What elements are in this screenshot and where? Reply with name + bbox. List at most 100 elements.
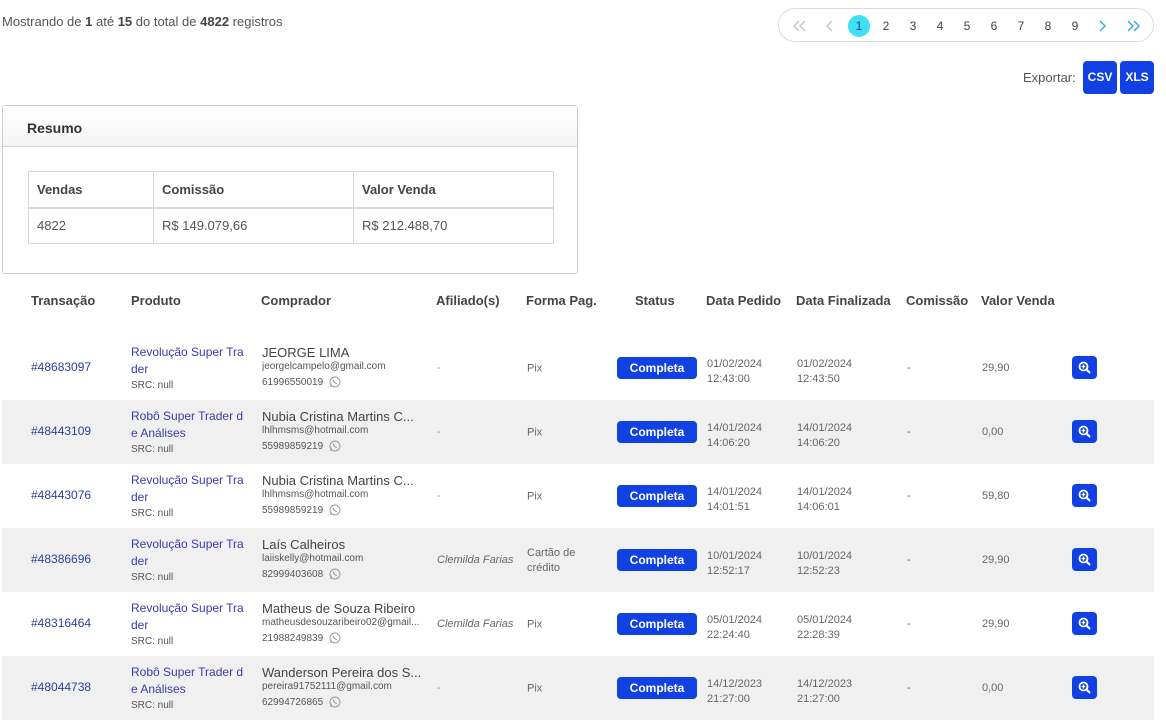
finished-date-time: 22:28:39 — [797, 629, 840, 641]
page-6-button[interactable]: 6 — [983, 15, 1005, 37]
chevron-right-icon — [1099, 20, 1106, 32]
commission-value: - — [907, 426, 911, 438]
page-1-button[interactable]: 1 — [848, 15, 870, 37]
transaction-id-link[interactable]: #48386696 — [31, 552, 91, 566]
buyer-phone: 62994726865 — [262, 697, 324, 708]
view-details-button[interactable] — [1072, 484, 1097, 507]
whatsapp-icon[interactable] — [329, 375, 341, 393]
records-summary: Mostrando de 1 até 15 do total de 4822 r… — [2, 14, 283, 29]
col-forma-pag[interactable]: Forma Pag. — [526, 293, 597, 308]
finished-date-day: 14/01/2024 — [797, 486, 853, 498]
page-2-button[interactable]: 2 — [875, 15, 897, 37]
whatsapp-icon[interactable] — [329, 631, 341, 649]
finished-date: 01/02/2024 12:43:50 — [797, 357, 852, 387]
finished-date: 10/01/2024 12:52:23 — [797, 549, 852, 579]
product-src: SRC: null — [131, 380, 174, 391]
col-afiliados[interactable]: Afiliado(s) — [436, 293, 500, 308]
export-csv-button[interactable]: CSV — [1083, 61, 1117, 94]
transaction-id-link[interactable]: #48316464 — [31, 616, 91, 630]
finished-date-day: 10/01/2024 — [797, 550, 853, 562]
col-data-finalizada[interactable]: Data Finalizada — [796, 293, 891, 308]
table-row: #48044738 Robô Super Trader de Análises SR… — [2, 656, 1154, 720]
col-produto[interactable]: Produto — [131, 293, 181, 308]
view-details-button[interactable] — [1072, 356, 1097, 379]
finished-date-time: 12:43:50 — [797, 373, 840, 385]
search-zoom-icon — [1072, 425, 1097, 438]
view-details-button[interactable] — [1072, 612, 1097, 635]
buyer-name: JEORGE LIMA — [262, 345, 350, 360]
col-valor-venda[interactable]: Valor Venda — [981, 293, 1055, 308]
page-7-button[interactable]: 7 — [1010, 15, 1032, 37]
finished-date-time: 14:06:20 — [797, 437, 840, 449]
col-comprador[interactable]: Comprador — [261, 293, 331, 308]
finished-date-day: 14/12/2023 — [797, 678, 853, 690]
order-date-time: 12:52:17 — [707, 565, 750, 577]
finished-date: 14/01/2024 14:06:20 — [797, 421, 852, 451]
whatsapp-icon[interactable] — [329, 503, 341, 521]
order-date-day: 14/12/2023 — [707, 678, 763, 690]
whatsapp-icon[interactable] — [329, 439, 341, 457]
product-src: SRC: null — [131, 508, 174, 519]
table-row: #48443109 Robô Super Trader de Análises SR… — [2, 400, 1154, 464]
transaction-id-link[interactable]: #48683097 — [31, 360, 91, 374]
col-status[interactable]: Status — [635, 293, 675, 308]
transactions-table-body: #48683097 Revolução Super Trader SRC: null… — [2, 336, 1154, 720]
product-link[interactable]: Revolução Super Trader — [131, 536, 249, 570]
commission-value: - — [907, 554, 911, 566]
first-page-button[interactable] — [789, 15, 811, 37]
buyer-phone: 82999403608 — [262, 569, 324, 580]
status-badge: Completa — [617, 613, 697, 635]
whatsapp-icon[interactable] — [329, 567, 341, 585]
col-transacao[interactable]: Transação — [31, 293, 95, 308]
next-page-button[interactable] — [1092, 15, 1112, 37]
payment-method: Pix — [527, 490, 543, 503]
export-xls-button[interactable]: XLS — [1120, 61, 1154, 94]
order-date: 14/12/2023 21:27:00 — [707, 677, 762, 707]
status-badge: Completa — [617, 549, 697, 571]
buyer-email: lhlhmsms@hotmail.com — [262, 489, 369, 500]
transaction-id-link[interactable]: #48044738 — [31, 680, 91, 694]
product-link[interactable]: Robô Super Trader de Análises — [131, 408, 249, 442]
product-src: SRC: null — [131, 700, 174, 711]
view-details-button[interactable] — [1072, 420, 1097, 443]
buyer-name: Nubia Cristina Martins C... — [262, 409, 414, 424]
view-details-button[interactable] — [1072, 676, 1097, 699]
page-5-button[interactable]: 5 — [956, 15, 978, 37]
product-link[interactable]: Revolução Super Trader — [131, 600, 249, 634]
last-page-button[interactable] — [1122, 15, 1144, 37]
order-date-time: 14:01:51 — [707, 501, 750, 513]
buyer-name: Laís Calheiros — [262, 537, 346, 552]
transaction-id-link[interactable]: #48443109 — [31, 424, 91, 438]
affiliate-name: - — [437, 362, 441, 374]
order-date-day: 10/01/2024 — [707, 550, 763, 562]
affiliate-name: Clemilda Farias — [437, 554, 514, 566]
page-4-button[interactable]: 4 — [929, 15, 951, 37]
view-details-button[interactable] — [1072, 548, 1097, 571]
product-link[interactable]: Robô Super Trader de Análises — [131, 664, 249, 698]
buyer-email: laiiskelly@hotmail.com — [262, 553, 364, 564]
page-9-button[interactable]: 9 — [1064, 15, 1086, 37]
order-date-day: 14/01/2024 — [707, 486, 763, 498]
prev-page-button[interactable] — [820, 15, 840, 37]
finished-date-day: 14/01/2024 — [797, 422, 853, 434]
page-8-button[interactable]: 8 — [1037, 15, 1059, 37]
whatsapp-icon[interactable] — [329, 695, 341, 713]
page-3-button[interactable]: 3 — [902, 15, 924, 37]
transaction-id-link[interactable]: #48443076 — [31, 488, 91, 502]
product-link[interactable]: Revolução Super Trader — [131, 472, 249, 506]
buyer-email: matheusdesouzaribeiro02@gmail... — [262, 617, 420, 628]
pagination: 123456789 — [778, 8, 1154, 42]
affiliate-name: - — [437, 426, 441, 438]
buyer-phone: 55989859219 — [262, 505, 324, 516]
sale-value: 0,00 — [982, 426, 1004, 438]
order-date-day: 01/02/2024 — [707, 358, 763, 370]
product-link[interactable]: Revolução Super Trader — [131, 344, 249, 378]
summary-header-comissao: Comissão — [153, 171, 354, 209]
payment-method: Pix — [527, 618, 543, 631]
buyer-name: Matheus de Souza Ribeiro — [262, 601, 416, 616]
sale-value: 29,90 — [982, 618, 1010, 630]
col-data-pedido[interactable]: Data Pedido — [706, 293, 781, 308]
double-chevron-left-icon — [793, 20, 806, 32]
col-comissao[interactable]: Comissão — [906, 293, 968, 308]
commission-value: - — [907, 618, 911, 630]
